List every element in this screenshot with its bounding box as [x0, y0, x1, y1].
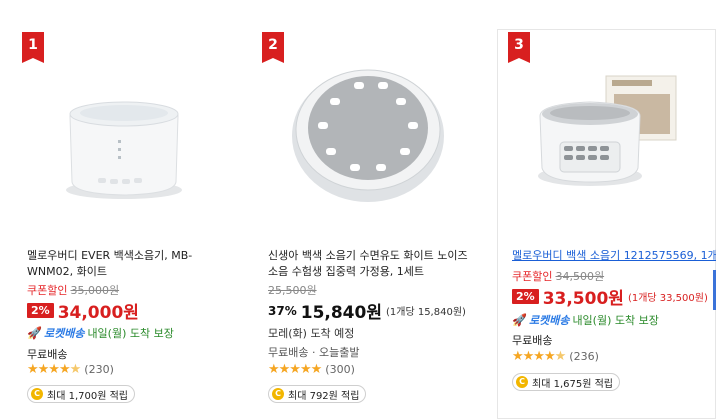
price-line: 2% 33,500원 (1개당 33,500원)	[512, 284, 708, 309]
star-icon: ★	[554, 349, 567, 364]
rocket-delivery: 🚀 로켓배송 내일(월) 도착 보장	[512, 312, 659, 328]
product-title-link[interactable]: 멜로우버디 백색 소음기 1212575569, 1개	[512, 248, 716, 264]
price-line: 37% 15,840원 (1개당 15,840원)	[268, 298, 466, 323]
shipping-info: 무료배송	[27, 348, 68, 361]
discount-badge: 2%	[512, 289, 539, 304]
coupon-line: 쿠폰할인 34,500원	[512, 268, 604, 284]
rank-badge: 3	[508, 32, 530, 63]
rating: ★★★★ ★ (230)	[27, 362, 114, 377]
unit-price: (1개당 33,500원)	[627, 293, 708, 304]
reward-text: 최대 1,700원 적립	[47, 390, 128, 402]
review-count: (236)	[569, 350, 599, 363]
price-line: 2% 34,000원	[27, 298, 139, 323]
coupon-label: 쿠폰할인	[512, 270, 553, 283]
rocket-delivery: 🚀 로켓배송 내일(월) 도착 보장	[27, 325, 174, 341]
shipping-info: 무료배송 · 오늘출발	[268, 346, 360, 359]
sale-price: 34,000원	[57, 303, 139, 323]
product-title[interactable]: 멜로우버디 EVER 백색소음기, MB-WNM02, 화이트	[27, 248, 227, 280]
unit-price: (1개당 15,840원)	[385, 307, 466, 318]
rocket-icon: 🚀	[512, 313, 527, 327]
coin-icon: C	[272, 388, 284, 400]
reward-badge: C 최대 1,675원 적립	[512, 373, 620, 391]
star-icon: ★	[69, 362, 82, 377]
original-price: 35,000원	[70, 284, 120, 297]
product-card-3[interactable]: 3 멜로우버디 백색 소음기 1212575569, 1개 쿠폰할인 34,500…	[497, 29, 716, 419]
review-count: (230)	[84, 363, 114, 376]
rank-badge: 2	[262, 32, 284, 63]
product-title[interactable]: 신생아 백색 소음기 수면유도 화이트 노이즈 소음 수험생 집중력 가정용, …	[268, 248, 478, 280]
coin-icon: C	[516, 376, 528, 388]
reward-text: 최대 792원 적립	[288, 390, 360, 402]
original-price: 34,500원	[555, 270, 605, 283]
rank-badge: 1	[22, 32, 44, 63]
product-image[interactable]	[534, 72, 684, 192]
shipping-info: 무료배송	[512, 334, 553, 347]
review-count: (300)	[325, 363, 355, 376]
coupon-line: 쿠폰할인 35,000원	[27, 282, 119, 298]
product-card-2[interactable]: 2 신생아 백색 소음기 수면유도 화이트 노이즈 소음 수험생 집중력 가정용…	[248, 0, 496, 419]
delivery-eta: 내일(월) 도착 보장	[87, 327, 174, 340]
discount-percent: 37%	[268, 303, 297, 318]
reward-badge: C 최대 1,700원 적립	[27, 385, 135, 403]
coupon-label: 쿠폰할인	[27, 284, 68, 297]
product-image[interactable]	[62, 92, 186, 202]
star-icon: ★★★★	[27, 362, 71, 377]
coin-icon: C	[31, 388, 43, 400]
rating: ★★★★ ★ (236)	[512, 349, 599, 364]
discount-badge: 2%	[27, 303, 54, 318]
rocket-icon: 🚀	[27, 326, 42, 340]
reward-text: 최대 1,675원 적립	[532, 378, 613, 390]
product-image[interactable]	[288, 56, 448, 206]
star-icon: ★★★★	[512, 349, 556, 364]
product-card-1[interactable]: 1 멜로우버디 EVER 백색소음기, MB-WNM02, 화이트 쿠폰할인 35…	[0, 0, 248, 419]
delivery-eta: 모레(화) 도착 예정	[268, 327, 355, 340]
sale-price: 15,840원	[300, 303, 382, 323]
original-price: 25,500원	[268, 284, 317, 297]
rocket-label: 로켓배송	[528, 314, 570, 327]
original-price-line: 25,500원	[268, 282, 317, 298]
rocket-label: 로켓배송	[43, 327, 85, 340]
rating: ★★★★★ (300)	[268, 362, 355, 377]
star-icon: ★★★★★	[268, 362, 322, 377]
delivery-eta: 내일(월) 도착 보장	[572, 314, 659, 327]
sale-price: 33,500원	[542, 289, 624, 309]
reward-badge: C 최대 792원 적립	[268, 385, 367, 403]
